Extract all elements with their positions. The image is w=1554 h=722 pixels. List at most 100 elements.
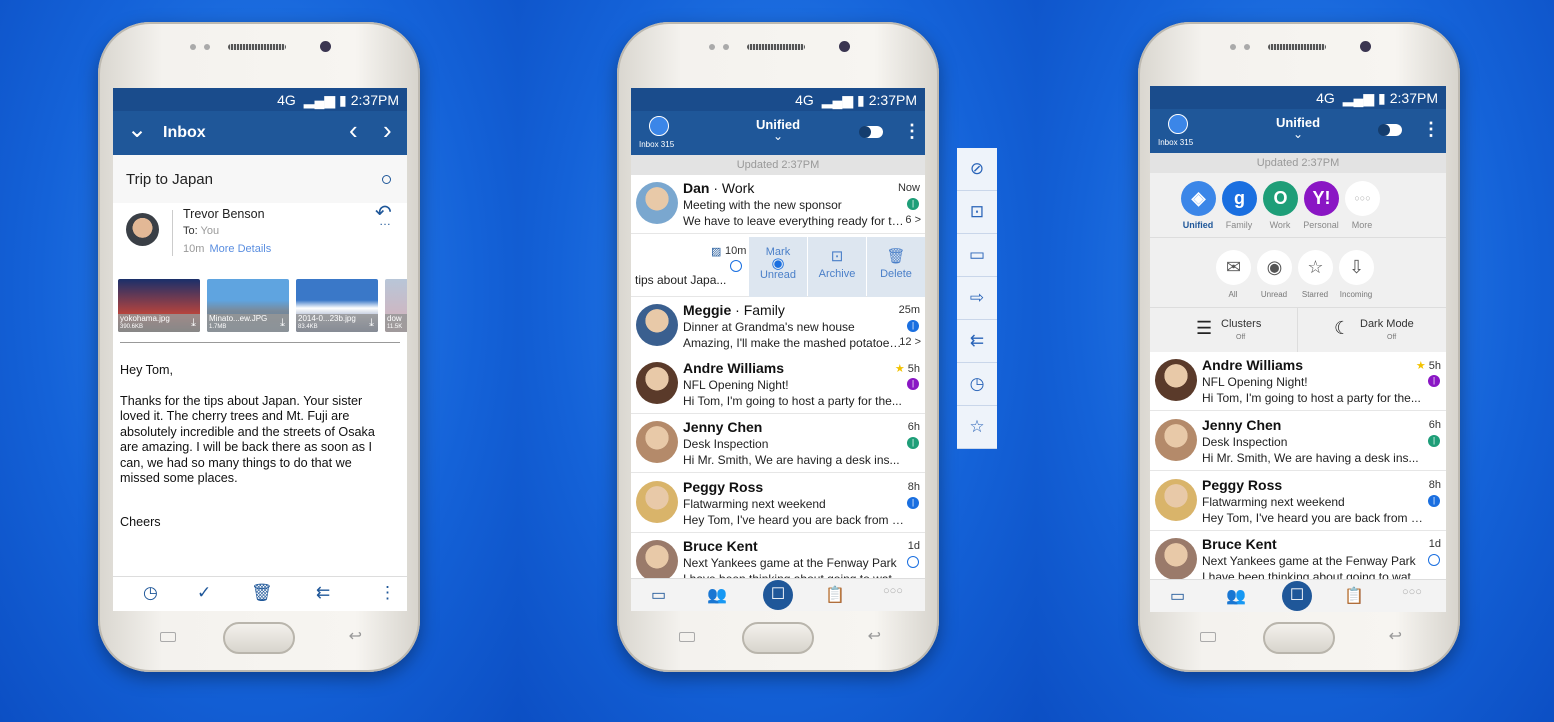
inbox-count: Inbox 315 (1158, 138, 1194, 147)
account-indicator[interactable]: | (907, 198, 919, 210)
more-icon[interactable]: ○○○ (1402, 586, 1422, 598)
download-icon[interactable]: ⤓ (191, 317, 196, 330)
filter-incoming-button[interactable]: ⇩ (1339, 250, 1374, 285)
email-row[interactable]: Peggy Ross Flatwarming next weekend Hey To… (631, 474, 925, 533)
clusters-toggle[interactable]: ☰ Clusters Off (1150, 308, 1298, 352)
account-work-button[interactable]: O (1263, 181, 1298, 216)
inbox-icon[interactable]: ▭ (1170, 586, 1185, 606)
recents-button[interactable] (1200, 632, 1216, 642)
home-button[interactable] (223, 622, 295, 654)
check-icon[interactable]: ✓ (197, 583, 211, 603)
reply-all-icon[interactable]: ⇇ (316, 583, 330, 603)
thread-count[interactable]: 6 > (905, 214, 921, 226)
back-key-icon[interactable]: ↩ (349, 626, 362, 646)
recipient: To: You (183, 225, 219, 237)
attachment-thumbnail[interactable]: 2014-0...23b.jpg 83.4KB ⤓ (296, 279, 378, 332)
tasks-icon[interactable]: 📋 (1344, 586, 1364, 606)
swiped-email-row[interactable]: tips about Japa... ▨ 10m Mark ◉ Unread ⊡ Archiv… (631, 237, 925, 297)
email-row[interactable]: Meggie · Family Dinner at Grandma's new h… (631, 297, 925, 356)
trash-icon[interactable]: 🗑 (251, 583, 273, 603)
focus-toggle[interactable] (859, 126, 883, 138)
unread-toggle[interactable] (1428, 554, 1440, 566)
more-vertical-icon[interactable]: ⋮ (1422, 119, 1440, 140)
focus-toggle[interactable] (1378, 124, 1402, 136)
contacts-icon[interactable]: 👥 (707, 585, 727, 605)
clock: 2:37PM (1389, 90, 1438, 106)
email-row[interactable]: Peggy Ross Flatwarming next weekend Hey To… (1150, 472, 1446, 531)
reply-all-icon[interactable]: ⇇ (957, 320, 997, 363)
email-row[interactable]: Andre Williams NFL Opening Night! Hi Tom, … (631, 355, 925, 414)
email-row[interactable]: Jenny Chen Desk Inspection Hi Mr. Smith, W… (631, 414, 925, 473)
compose-icon[interactable]: ☐ (1282, 581, 1312, 611)
filter-starred-button[interactable]: ☆ (1298, 250, 1333, 285)
account-more-button[interactable]: ○○○ (1345, 181, 1380, 216)
star-icon[interactable]: ☆ (957, 406, 997, 449)
account-unified-button[interactable]: ◈ (1181, 181, 1216, 216)
unread-toggle[interactable] (907, 556, 919, 568)
home-button[interactable] (742, 622, 814, 654)
chevron-down-icon[interactable]: ⌄ (127, 115, 147, 144)
download-icon[interactable]: ⤓ (280, 317, 285, 330)
account-indicator[interactable]: | (907, 437, 919, 449)
chevron-right-icon[interactable]: › (383, 115, 392, 146)
attachment-thumbnail[interactable]: yokohama.jpg 390.6KB ⤓ (118, 279, 200, 332)
home-button[interactable] (1263, 622, 1335, 654)
updated-label: Updated 2:37PM (631, 155, 925, 175)
account-family-button[interactable]: g (1222, 181, 1257, 216)
chevron-left-icon[interactable]: ‹ (349, 115, 358, 146)
contacts-icon[interactable]: 👥 (1226, 586, 1246, 606)
email-row[interactable]: Dan · Work Meeting with the new sponsor We… (631, 175, 925, 234)
filter-unread-button[interactable]: ◉ (1257, 250, 1292, 285)
sender-name: Bruce Kent (683, 538, 758, 554)
email-row[interactable]: Jenny Chen Desk Inspection Hi Mr. Smith, W… (1150, 412, 1446, 471)
more-horizontal-icon[interactable]: … (379, 214, 391, 228)
back-key-icon[interactable]: ↩ (868, 626, 881, 646)
recents-button[interactable] (160, 632, 176, 642)
attachment-thumbnail[interactable]: dow11.5K⤓ (385, 279, 407, 332)
more-vertical-icon[interactable]: ⋮ (903, 121, 921, 142)
snooze-icon[interactable]: ◷ (143, 583, 158, 603)
archive-button[interactable]: ⊡ Archive (808, 237, 866, 297)
delete-button[interactable]: 🗑 Delete (867, 237, 925, 297)
status-bar: 4G ▂▄▆ ▮ 2:37PM (631, 88, 925, 111)
account-indicator[interactable]: | (907, 320, 919, 332)
email-preview: Hi Tom, I'm going to host a party for th… (1202, 391, 1421, 405)
account-personal-button[interactable]: Y! (1304, 181, 1339, 216)
unread-toggle[interactable] (730, 260, 742, 272)
mark-unread-button[interactable]: Mark ◉ Unread (749, 237, 807, 297)
account-indicator[interactable]: | (1428, 375, 1440, 387)
subject-bar: Trip to Japan (113, 155, 407, 203)
dark-mode-toggle[interactable]: ☾ Dark Mode Off (1298, 308, 1446, 352)
account-indicator[interactable]: | (1428, 495, 1440, 507)
inbox-icon[interactable]: ▭ (651, 585, 666, 605)
compose-icon[interactable]: ☐ (763, 580, 793, 610)
email-preview: Hi Mr. Smith, We are having a desk ins..… (1202, 451, 1419, 465)
thread-count[interactable]: 12 > (899, 336, 921, 348)
account-switcher[interactable]: Unified ⌄ (1150, 115, 1446, 140)
time-text: 8h (907, 481, 920, 493)
tasks-icon[interactable]: 📋 (825, 585, 845, 605)
filter-all-button[interactable]: ✉ (1216, 250, 1251, 285)
sender-name: Jenny Chen (1202, 417, 1281, 433)
to-label: To: (183, 225, 198, 237)
account-indicator[interactable]: | (907, 378, 919, 390)
account-indicator[interactable]: | (1428, 435, 1440, 447)
attachment-thumbnail[interactable]: Minato...ew.JPG 1.7MB ⤓ (207, 279, 289, 332)
more-details-link[interactable]: More Details (209, 243, 271, 255)
account-indicator[interactable]: | (907, 497, 919, 509)
forward-icon[interactable]: ⇨ (957, 277, 997, 320)
download-icon[interactable]: ⤓ (369, 317, 374, 330)
camera (320, 41, 331, 52)
camera (1360, 41, 1371, 52)
email-row[interactable]: Andre Williams NFL Opening Night! Hi Tom, … (1150, 352, 1446, 411)
snooze-icon[interactable]: ◷ (957, 363, 997, 406)
folder-icon[interactable]: ▭ (957, 234, 997, 277)
block-icon[interactable]: ⊘ (957, 148, 997, 191)
archive-icon[interactable]: ⊡ (957, 191, 997, 234)
unread-toggle[interactable] (382, 175, 391, 184)
back-key-icon[interactable]: ↩ (1389, 626, 1402, 646)
recents-button[interactable] (679, 632, 695, 642)
more-vertical-icon[interactable]: ⋮ (379, 583, 396, 603)
more-icon[interactable]: ○○○ (883, 585, 903, 597)
toggle-state: Off (1236, 334, 1246, 341)
